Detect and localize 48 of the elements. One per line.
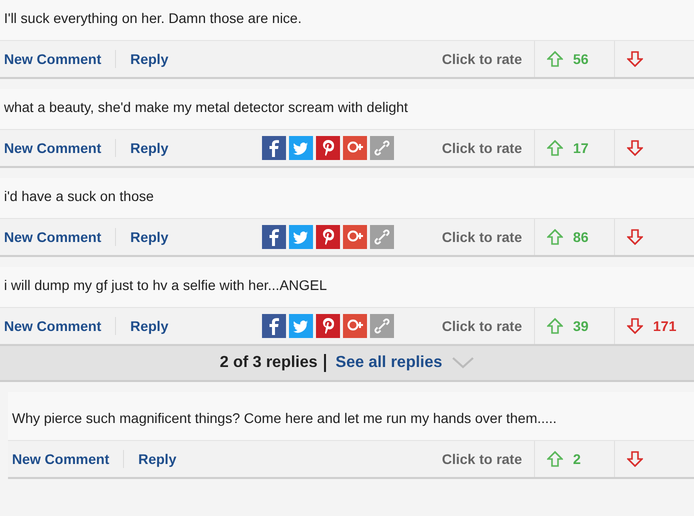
pinterest-icon[interactable]: [316, 225, 340, 249]
pinterest-icon[interactable]: [316, 136, 340, 160]
reply-link[interactable]: Reply: [126, 229, 172, 245]
upvote-count: 86: [573, 229, 589, 245]
new-comment-link[interactable]: New Comment: [0, 318, 106, 334]
comment-text: i will dump my gf just to hv a selfie with her...ANGEL: [4, 277, 327, 293]
down-arrow-icon[interactable]: [627, 451, 643, 467]
comment-text: Why pierce such magnificent things? Come here and let me run my hands over them.....: [12, 410, 557, 426]
new-comment-link[interactable]: New Comment: [0, 229, 106, 245]
facebook-icon[interactable]: [262, 136, 286, 160]
rate-label: Click to rate: [442, 451, 523, 467]
new-comment-link[interactable]: New Comment: [8, 451, 114, 467]
twitter-icon[interactable]: [289, 314, 314, 338]
upvote-count: 17: [573, 140, 589, 156]
facebook-icon[interactable]: [262, 314, 286, 338]
down-arrow-icon[interactable]: [627, 229, 643, 245]
rate-label: Click to rate: [442, 140, 523, 156]
new-comment-link[interactable]: New Comment: [0, 51, 106, 67]
pinterest-icon[interactable]: [316, 314, 340, 338]
twitter-icon[interactable]: [289, 136, 314, 160]
comment-text: I'll suck everything on her. Damn those are nice.: [4, 10, 302, 26]
reply-link[interactable]: Reply: [126, 318, 172, 334]
link-icon[interactable]: [370, 314, 394, 338]
rate-label: Click to rate: [442, 318, 523, 334]
comment-text: i'd have a suck on those: [4, 188, 154, 204]
rate-label: Click to rate: [442, 229, 523, 245]
downvote-count: 171: [653, 318, 676, 334]
link-icon[interactable]: [370, 225, 394, 249]
comment-text: what a beauty, she'd make my metal detector scream with delight: [4, 99, 408, 115]
reply-link[interactable]: Reply: [126, 51, 172, 67]
upvote-count: 2: [573, 451, 581, 467]
new-comment-link[interactable]: New Comment: [0, 140, 106, 156]
reply-link[interactable]: Reply: [134, 451, 180, 467]
twitter-icon[interactable]: [289, 225, 314, 249]
reply-link[interactable]: Reply: [126, 140, 172, 156]
google-plus-icon[interactable]: [343, 314, 368, 338]
facebook-icon[interactable]: [262, 225, 286, 249]
google-plus-icon[interactable]: [343, 136, 368, 160]
reply-count: 2 of 3 replies: [220, 354, 318, 372]
upvote-count: 39: [573, 318, 589, 334]
google-plus-icon[interactable]: [343, 225, 368, 249]
upvote-count: 56: [573, 51, 589, 67]
down-arrow-icon[interactable]: [627, 140, 643, 156]
see-all-replies-link[interactable]: See all replies: [332, 354, 446, 372]
down-arrow-icon[interactable]: [627, 51, 643, 67]
down-arrow-icon[interactable]: [627, 318, 643, 334]
link-icon[interactable]: [370, 136, 394, 160]
rate-label: Click to rate: [442, 51, 523, 67]
